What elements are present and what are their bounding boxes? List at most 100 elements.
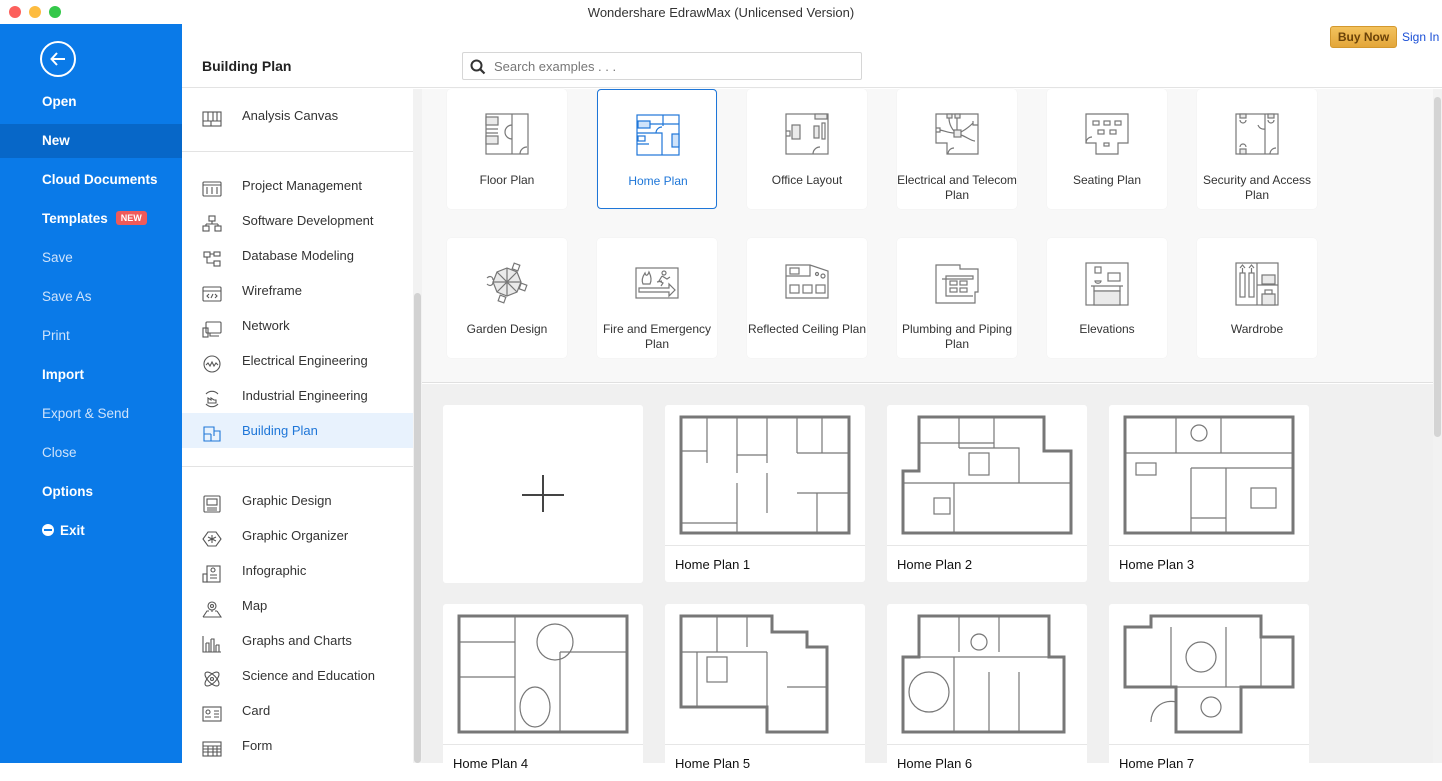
category-item-software-development[interactable]: Software Development	[182, 203, 413, 238]
category-item-network[interactable]: Network	[182, 308, 413, 343]
form-table-icon	[202, 736, 222, 757]
type-card-elevations[interactable]: Elevations	[1047, 238, 1167, 358]
category-divider	[182, 151, 413, 152]
floor-plan-thumbnail	[443, 604, 643, 745]
type-label: Electrical and Telecom Plan	[897, 173, 1017, 202]
floor-plan-thumbnail	[887, 604, 1087, 745]
nav-item-label: Close	[42, 445, 77, 460]
nav-item-print[interactable]: Print	[0, 319, 182, 353]
example-label: Home Plan 4	[453, 756, 529, 771]
example-card-home-plan-3[interactable]: Home Plan 3	[1109, 405, 1309, 582]
category-scrollbar-thumb[interactable]	[414, 293, 421, 763]
nav-item-label: Cloud Documents	[42, 172, 158, 187]
type-card-garden-design[interactable]: Garden Design	[447, 238, 567, 358]
example-card-home-plan-7[interactable]: Home Plan 7	[1109, 604, 1309, 781]
type-card-seating-plan[interactable]: Seating Plan	[1047, 89, 1167, 209]
analysis-canvas-icon	[202, 106, 222, 127]
floor-plan-thumbnail	[665, 405, 865, 546]
category-label: Form	[242, 738, 273, 753]
floor-plan-thumbnail	[887, 405, 1087, 546]
type-label: Wardrobe	[1230, 322, 1284, 336]
nav-item-options[interactable]: Options	[0, 475, 182, 509]
type-card-home-plan[interactable]: Home Plan	[597, 89, 717, 209]
category-item-infographic[interactable]: Infographic	[182, 553, 413, 588]
category-item-science-and-education[interactable]: Science and Education	[182, 658, 413, 693]
example-card-home-plan-6[interactable]: Home Plan 6	[887, 604, 1087, 781]
arrow-left-icon	[50, 52, 65, 66]
example-label: Home Plan 3	[1119, 557, 1195, 572]
project-management-icon	[202, 176, 222, 197]
buy-now-button[interactable]: Buy Now	[1330, 26, 1397, 48]
nav-item-label: Print	[42, 328, 70, 343]
category-item-database-modeling[interactable]: Database Modeling	[182, 238, 413, 273]
category-item-building-plan[interactable]: Building Plan	[182, 413, 413, 448]
file-menu-sidebar: Open New Cloud Documents Templates NEW Save Sa…	[0, 24, 182, 763]
category-label: Card	[242, 703, 271, 718]
category-label: Project Management	[242, 178, 362, 193]
category-item-industrial-engineering[interactable]: Industrial Engineering	[182, 378, 413, 413]
category-item-form[interactable]: Form	[182, 728, 413, 763]
type-card-office-layout[interactable]: Office Layout	[747, 89, 867, 209]
category-item-graphic-organizer[interactable]: Graphic Organizer	[182, 518, 413, 553]
category-item-graphs-and-charts[interactable]: Graphs and Charts	[182, 623, 413, 658]
category-label: Wireframe	[242, 283, 302, 298]
back-button[interactable]	[40, 41, 76, 77]
nav-item-export-send[interactable]: Export & Send	[0, 397, 182, 431]
type-card-security-and-access-plan[interactable]: Security and Access Plan	[1197, 89, 1317, 209]
type-card-fire-and-emergency-plan[interactable]: Fire and Emergency Plan	[597, 238, 717, 358]
type-label: Office Layout	[771, 173, 843, 187]
type-label: Reflected Ceiling Plan	[747, 322, 867, 336]
main-scrollbar-thumb[interactable]	[1434, 97, 1441, 437]
category-list: Analysis Canvas Project Management Softwar…	[182, 89, 413, 763]
nav-item-exit[interactable]: Exit	[0, 514, 182, 548]
electrical-engineering-icon	[202, 351, 222, 373]
nav-item-label: Options	[42, 484, 93, 499]
search-icon	[470, 59, 486, 75]
type-card-reflected-ceiling-plan[interactable]: Reflected Ceiling Plan	[747, 238, 867, 358]
nav-item-save-as[interactable]: Save As	[0, 280, 182, 314]
category-item-project-management[interactable]: Project Management	[182, 168, 413, 203]
category-item-analysis-canvas[interactable]: Analysis Canvas	[182, 98, 413, 133]
category-label: Map	[242, 598, 268, 613]
nav-item-label: Open	[42, 94, 77, 109]
example-card-home-plan-4[interactable]: Home Plan 4	[443, 604, 643, 781]
nav-item-label: Exit	[60, 523, 85, 538]
bar-chart-icon	[202, 631, 222, 653]
window-title: Wondershare EdrawMax (Unlicensed Version…	[587, 5, 855, 20]
search-input[interactable]	[494, 56, 854, 76]
nav-item-label: New	[42, 133, 70, 148]
category-label: Science and Education	[242, 668, 375, 683]
nav-item-import[interactable]: Import	[0, 358, 182, 392]
type-card-electrical-and-telecom-plan[interactable]: Electrical and Telecom Plan	[897, 89, 1017, 209]
type-label: Elevations	[1079, 322, 1135, 336]
nav-item-open[interactable]: Open	[0, 85, 182, 119]
industrial-engineering-icon	[202, 386, 222, 408]
example-card-home-plan-5[interactable]: Home Plan 5	[665, 604, 865, 781]
category-item-electrical-engineering[interactable]: Electrical Engineering	[182, 343, 413, 378]
category-label: Graphs and Charts	[242, 633, 352, 648]
search-box[interactable]	[462, 52, 862, 80]
nav-item-close[interactable]: Close	[0, 436, 182, 470]
example-card-home-plan-2[interactable]: Home Plan 2	[887, 405, 1087, 582]
floor-plan-thumbnail	[665, 604, 865, 745]
floor-plan-thumbnail	[1109, 405, 1309, 546]
category-item-graphic-design[interactable]: Graphic Design	[182, 483, 413, 518]
example-card-home-plan-1[interactable]: Home Plan 1	[665, 405, 865, 582]
type-card-wardrobe[interactable]: Wardrobe	[1197, 238, 1317, 358]
category-label: Database Modeling	[242, 248, 355, 263]
type-label: Home Plan	[628, 174, 688, 188]
new-blank-drawing-card[interactable]	[443, 405, 643, 583]
nav-item-templates[interactable]: Templates NEW	[0, 202, 182, 236]
nav-item-cloud-documents[interactable]: Cloud Documents	[0, 163, 182, 197]
category-item-card[interactable]: Card	[182, 693, 413, 728]
infographic-icon	[202, 561, 222, 583]
category-item-wireframe[interactable]: Wireframe	[182, 273, 413, 308]
type-card-plumbing-and-piping-plan[interactable]: Plumbing and Piping Plan	[897, 238, 1017, 358]
category-item-map[interactable]: Map	[182, 588, 413, 623]
nav-item-label: Import	[42, 367, 84, 382]
type-card-floor-plan[interactable]: Floor Plan	[447, 89, 567, 209]
category-label: Network	[242, 318, 290, 333]
sign-in-link[interactable]: Sign In	[1402, 30, 1439, 44]
nav-item-new[interactable]: New	[0, 124, 182, 158]
nav-item-save[interactable]: Save	[0, 241, 182, 275]
